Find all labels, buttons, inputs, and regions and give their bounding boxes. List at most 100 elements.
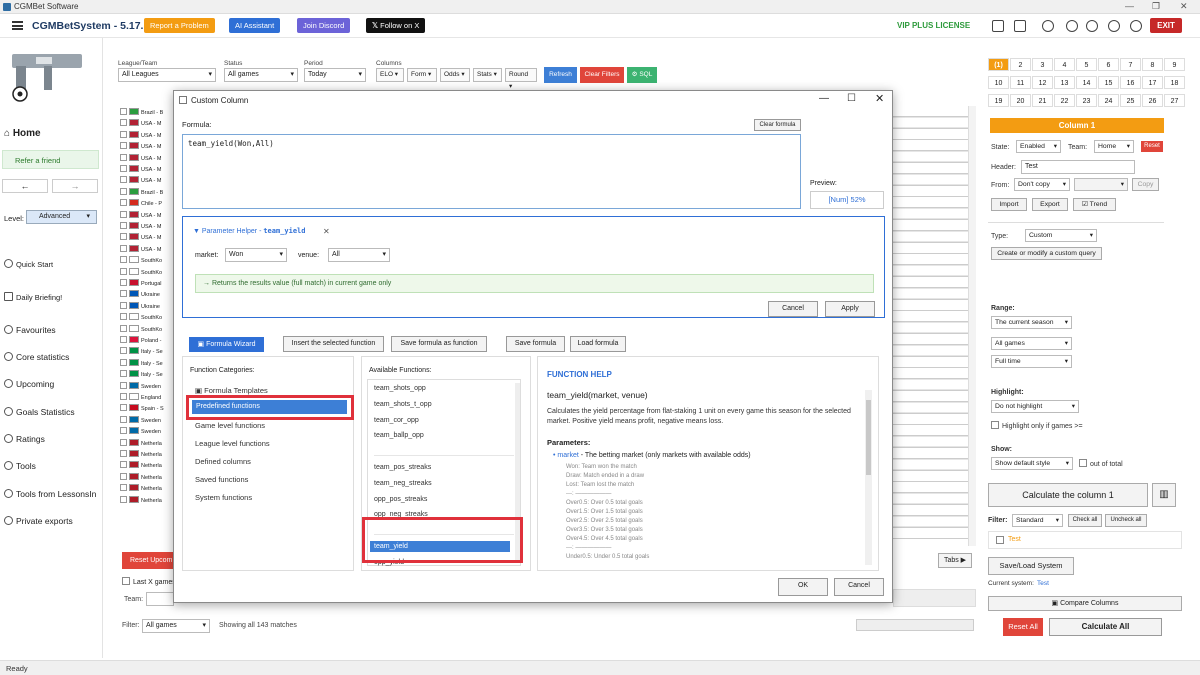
table-row[interactable]: USA - M <box>120 210 170 222</box>
market-select[interactable]: Won <box>225 248 287 262</box>
sql-button[interactable]: ⚙ SQL <box>627 67 657 83</box>
help-icon[interactable] <box>1108 20 1120 32</box>
follow-x-button[interactable]: 𝕏 Follow on X <box>366 18 426 33</box>
table-row[interactable]: Sweden <box>120 415 170 427</box>
table-row[interactable]: Chile - P <box>120 199 170 210</box>
table-row[interactable]: SouthKo <box>120 324 170 336</box>
help-scroll-thumb[interactable] <box>866 400 871 475</box>
highlight-select[interactable]: Do not highlight <box>991 400 1079 413</box>
export-button[interactable]: Export <box>1032 198 1068 211</box>
section-tools-lessonsin[interactable]: Tools from LessonsIn <box>4 489 96 499</box>
time-select[interactable]: Full time <box>991 355 1072 368</box>
reset-column-button[interactable]: Reset <box>1141 141 1163 152</box>
games-select[interactable]: All games <box>991 337 1072 350</box>
trend-button[interactable]: ☑ Trend <box>1073 198 1116 211</box>
table-row[interactable]: Brazil - B <box>120 187 170 199</box>
row-checkbox[interactable] <box>120 461 127 469</box>
section-core-statistics[interactable]: Core statistics <box>4 352 69 362</box>
calculate-column-button[interactable]: Calculate the column 1 <box>988 483 1148 507</box>
table-row[interactable]: USA - M <box>120 165 170 176</box>
table-row[interactable]: USA - M <box>120 222 170 233</box>
row-checkbox[interactable] <box>120 324 127 332</box>
function-item-opp-pos-streaks[interactable]: opp_pos_streaks <box>374 496 514 503</box>
grid-hscroll[interactable] <box>893 589 976 607</box>
category-defined-columns[interactable]: Defined columns <box>195 457 251 466</box>
league-select[interactable]: All Leagues <box>118 68 216 82</box>
column-number-4[interactable]: 4 <box>1054 58 1075 71</box>
function-item-team-pos-streaks[interactable]: team_pos_streaks <box>374 464 514 471</box>
category-system-functions[interactable]: System functions <box>195 493 252 502</box>
column-number-25[interactable]: 25 <box>1120 94 1141 107</box>
category-game-level[interactable]: Game level functions <box>195 421 265 430</box>
type-select[interactable]: Custom <box>1025 229 1097 242</box>
param-helper-toggle[interactable]: ▼ Parameter Helper - team_yield <box>193 227 306 235</box>
refer-friend-button[interactable]: Refer a friend <box>2 150 99 169</box>
table-row[interactable]: SouthKo <box>120 256 170 267</box>
column-number-8[interactable]: 8 <box>1142 58 1163 71</box>
table-row[interactable]: Ukraine <box>120 290 170 301</box>
refresh-button[interactable]: Refresh <box>544 67 577 83</box>
section-goals-statistics[interactable]: Goals Statistics <box>4 407 75 417</box>
nav-quick-start[interactable]: Quick Start <box>4 259 53 269</box>
load-formula-button[interactable]: Load formula <box>570 336 626 352</box>
formula-editor[interactable]: team_yield(Won,All) <box>182 134 801 209</box>
param-helper-close-button[interactable]: ✕ <box>323 227 330 236</box>
row-checkbox[interactable] <box>120 301 127 309</box>
column-number-20[interactable]: 20 <box>1010 94 1031 107</box>
category-formula-templates[interactable]: ▣ Formula Templates <box>195 386 268 395</box>
column-number-12[interactable]: 12 <box>1032 76 1053 89</box>
row-checkbox[interactable] <box>120 256 127 264</box>
category-predefined-functions[interactable]: Predefined functions <box>192 400 347 414</box>
row-checkbox[interactable] <box>120 381 127 389</box>
table-row[interactable]: USA - M <box>120 244 170 256</box>
table-row[interactable]: Sweden <box>120 381 170 393</box>
from-secondary-select[interactable] <box>1074 178 1128 191</box>
exit-button[interactable]: EXIT <box>1150 18 1182 33</box>
column-number-15[interactable]: 15 <box>1098 76 1119 89</box>
function-item-team-neg-streaks[interactable]: team_neg_streaks <box>374 480 514 487</box>
calculator-icon[interactable] <box>992 20 1004 32</box>
row-checkbox[interactable] <box>120 119 127 127</box>
grid-scrollbar[interactable] <box>968 106 976 546</box>
elo-menu-button[interactable]: ELO ▾ <box>376 68 404 82</box>
column-number-23[interactable]: 23 <box>1076 94 1097 107</box>
column-number-18[interactable]: 18 <box>1164 76 1185 89</box>
edit-icon[interactable] <box>1014 20 1026 32</box>
row-checkbox[interactable] <box>120 153 127 161</box>
insert-function-button[interactable]: Insert the selected function <box>283 336 384 352</box>
column-number-27[interactable]: 27 <box>1164 94 1185 107</box>
column-number-7[interactable]: 7 <box>1120 58 1141 71</box>
table-row[interactable]: USA - M <box>120 233 170 244</box>
ok-button[interactable]: OK <box>778 578 828 596</box>
table-row[interactable]: Netherla <box>120 461 170 472</box>
column-number-2[interactable]: 2 <box>1010 58 1031 71</box>
row-checkbox[interactable] <box>120 244 127 252</box>
row-checkbox[interactable] <box>120 313 127 321</box>
team-input[interactable] <box>146 592 174 606</box>
function-item-team-ballp-opp[interactable]: team_ballp_opp <box>374 432 514 439</box>
period-select[interactable]: Today <box>304 68 366 82</box>
table-row[interactable]: Poland - <box>120 336 170 347</box>
row-checkbox[interactable] <box>120 233 127 241</box>
formula-wizard-button[interactable]: ▣ Formula Wizard <box>189 337 264 352</box>
nav-daily-briefing[interactable]: Daily Briefing! <box>4 292 62 302</box>
chart-icon[interactable]: ▥ <box>1152 483 1176 507</box>
column-number-19[interactable]: 19 <box>988 94 1009 107</box>
reset-all-button[interactable]: Reset All <box>1003 618 1043 636</box>
param-cancel-button[interactable]: Cancel <box>768 301 818 317</box>
dialog-maximize-button[interactable]: ☐ <box>847 93 856 104</box>
venue-select[interactable]: All <box>328 248 390 262</box>
calculate-all-button[interactable]: Calculate All <box>1049 618 1162 636</box>
column-number-10[interactable]: 10 <box>988 76 1009 89</box>
row-checkbox[interactable] <box>120 199 127 207</box>
save-load-system-button[interactable]: Save/Load System <box>988 557 1074 575</box>
stats-menu-button[interactable]: Stats ▾ <box>473 68 502 82</box>
table-row[interactable]: SouthKo <box>120 267 170 279</box>
row-checkbox[interactable] <box>120 472 127 480</box>
row-checkbox[interactable] <box>120 222 127 229</box>
nav-home[interactable]: ⌂ Home <box>4 128 41 139</box>
column-number-26[interactable]: 26 <box>1142 94 1163 107</box>
row-checkbox[interactable] <box>120 336 127 343</box>
settings-icon[interactable] <box>1042 20 1054 32</box>
save-as-function-button[interactable]: Save formula as function <box>391 336 487 352</box>
